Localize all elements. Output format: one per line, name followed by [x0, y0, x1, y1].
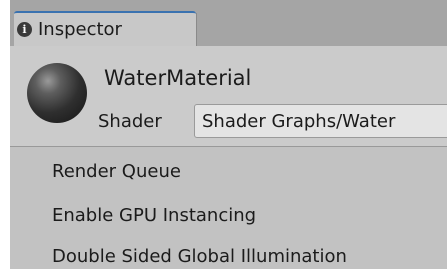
- property-render-queue: Render Queue: [52, 161, 181, 182]
- property-enable-gpu-instancing: Enable GPU Instancing: [52, 205, 257, 226]
- property-double-sided-gi: Double Sided Global Illumination: [52, 246, 347, 267]
- header-divider: [10, 146, 447, 147]
- shader-value: Shader Graphs/Water: [202, 111, 396, 132]
- material-preview-sphere: [27, 63, 87, 123]
- info-icon: i: [17, 22, 32, 37]
- tab-title: Inspector: [38, 19, 122, 40]
- shader-dropdown[interactable]: Shader Graphs/Water: [194, 104, 447, 138]
- window-edge: [0, 0, 10, 269]
- shader-label: Shader: [98, 111, 162, 132]
- material-name: WaterMaterial: [104, 66, 252, 90]
- tab-separator: [196, 13, 197, 46]
